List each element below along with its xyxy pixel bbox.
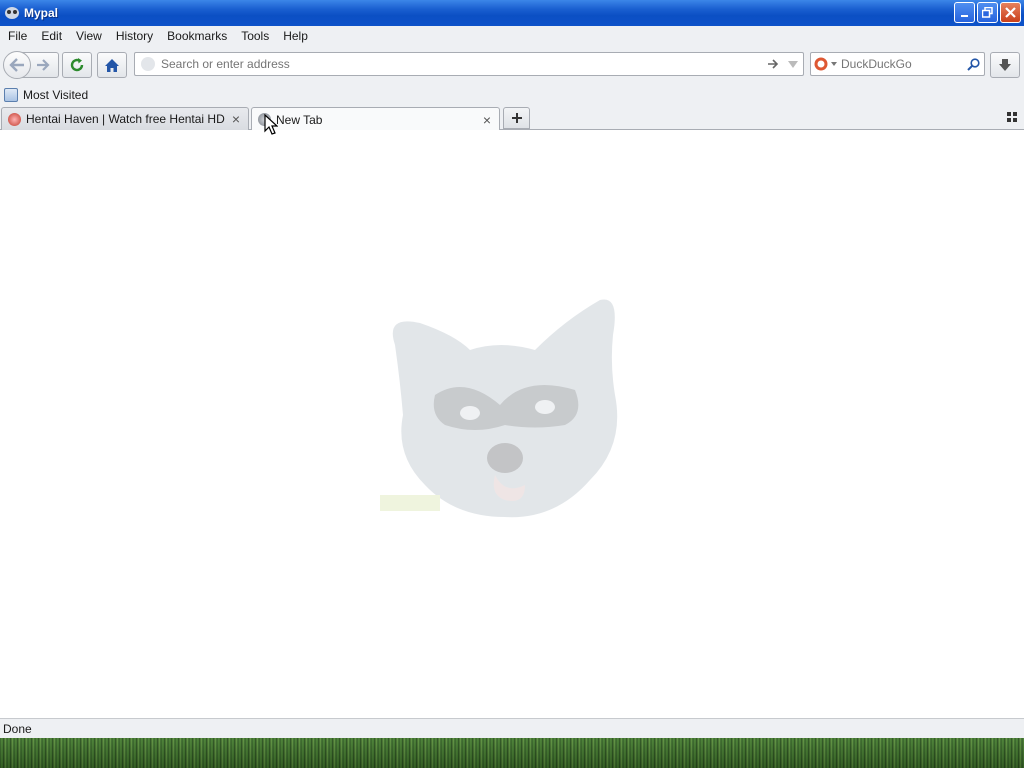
status-bar: Done (0, 718, 1024, 738)
page-content (0, 130, 1024, 718)
tab-strip: Hentai Haven | Watch free Hentai HD × Ne… (0, 106, 1024, 131)
forward-button[interactable] (31, 53, 55, 77)
go-arrow-icon[interactable] (763, 59, 783, 69)
bookmark-most-visited[interactable]: Most Visited (4, 88, 88, 102)
tab-new-tab[interactable]: New Tab × (251, 107, 500, 131)
bookmark-folder-icon (4, 88, 18, 102)
mypal-app-icon[interactable] (4, 5, 20, 21)
history-dropdown-icon[interactable] (783, 60, 803, 68)
reload-icon (70, 58, 84, 72)
desktop-wallpaper (0, 738, 1024, 768)
back-button[interactable] (3, 51, 31, 79)
menu-history[interactable]: History (110, 29, 159, 43)
back-forward-group (3, 51, 59, 79)
close-window-button[interactable] (1000, 2, 1021, 23)
minimize-button[interactable] (954, 2, 975, 23)
bookmarks-toolbar: Most Visited (0, 84, 1024, 106)
menu-view[interactable]: View (70, 29, 108, 43)
navigation-toolbar (0, 46, 1024, 84)
window-controls (954, 2, 1021, 23)
menu-tools[interactable]: Tools (235, 29, 275, 43)
address-bar[interactable] (134, 52, 804, 76)
close-tab-icon[interactable]: × (479, 112, 495, 128)
tab-hentai-haven[interactable]: Hentai Haven | Watch free Hentai HD × (1, 107, 249, 130)
plus-icon (511, 113, 522, 123)
tab-label: Hentai Haven | Watch free Hentai HD (26, 112, 225, 126)
mouse-cursor-icon (264, 114, 278, 135)
search-input[interactable] (841, 57, 962, 71)
menu-edit[interactable]: Edit (35, 29, 68, 43)
new-tab-button[interactable] (503, 107, 530, 129)
menu-help[interactable]: Help (277, 29, 314, 43)
search-icon[interactable] (962, 57, 984, 71)
window-title: Mypal (24, 6, 59, 20)
site-favicon-icon (8, 112, 21, 126)
restore-button[interactable] (977, 2, 998, 23)
home-icon (105, 58, 119, 72)
list-all-tabs-icon[interactable] (1006, 111, 1018, 123)
duckduckgo-engine-icon[interactable] (811, 57, 841, 71)
search-bar[interactable] (810, 52, 985, 76)
download-arrow-icon (999, 59, 1011, 71)
reload-button[interactable] (62, 52, 92, 78)
window-titlebar: Mypal (0, 0, 1024, 26)
bookmark-label: Most Visited (23, 88, 89, 102)
tab-label: New Tab (276, 112, 323, 127)
menu-bar: File Edit View History Bookmarks Tools H… (0, 26, 1024, 46)
home-button[interactable] (97, 52, 127, 78)
menu-file[interactable]: File (2, 29, 33, 43)
raccoon-face-watermark (380, 299, 618, 518)
status-text: Done (3, 721, 32, 736)
address-input[interactable] (161, 54, 763, 74)
menu-bookmarks[interactable]: Bookmarks (161, 29, 233, 43)
close-tab-icon[interactable]: × (228, 111, 244, 127)
downloads-button[interactable] (990, 52, 1020, 78)
site-identity-icon[interactable] (141, 57, 155, 71)
